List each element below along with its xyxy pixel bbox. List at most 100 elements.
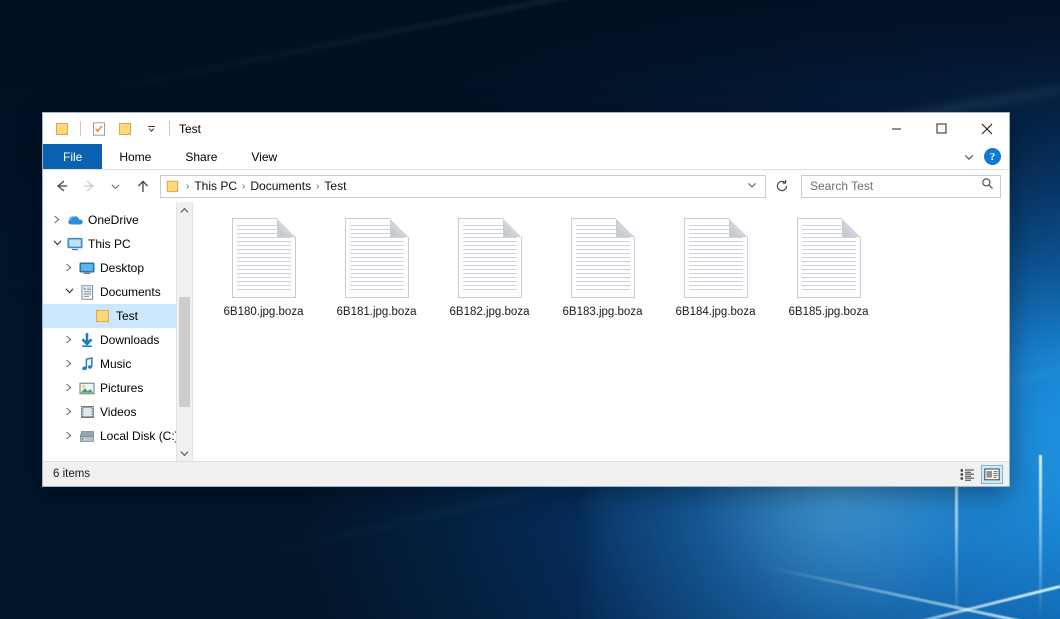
- search-input[interactable]: Search Test: [801, 175, 1001, 198]
- folder-icon: [93, 309, 113, 323]
- file-item[interactable]: 6B181.jpg.boza: [320, 216, 433, 318]
- tab-share[interactable]: Share: [168, 144, 234, 169]
- desktop-icon: [77, 261, 97, 275]
- ribbon-right-controls: ?: [958, 144, 1009, 169]
- file-item[interactable]: 6B180.jpg.boza: [207, 216, 320, 318]
- breadcrumb-separator: ›: [314, 181, 321, 192]
- chevron-down-icon[interactable]: [61, 287, 77, 297]
- file-name: 6B185.jpg.boza: [789, 306, 869, 318]
- file-item[interactable]: 6B183.jpg.boza: [546, 216, 659, 318]
- file-explorer-window: Test File Home Share View ?: [42, 112, 1010, 487]
- download-icon: [77, 333, 97, 348]
- chevron-right-icon[interactable]: [61, 335, 77, 346]
- chevron-right-icon[interactable]: [49, 215, 65, 226]
- chevron-down-icon[interactable]: [958, 146, 980, 168]
- quick-access-toolbar: [43, 118, 173, 140]
- sidebar-item-label: OneDrive: [88, 213, 139, 227]
- chevron-right-icon[interactable]: [61, 383, 77, 394]
- refresh-button[interactable]: [770, 175, 793, 198]
- document-icon: [684, 218, 748, 298]
- breadcrumb-item-test[interactable]: Test: [321, 179, 349, 193]
- details-view-button[interactable]: [956, 465, 978, 484]
- sidebar-item-label: Test: [116, 309, 138, 323]
- file-item[interactable]: 6B182.jpg.boza: [433, 216, 546, 318]
- sidebar-item-label: Pictures: [100, 381, 143, 395]
- chevron-right-icon[interactable]: [61, 359, 77, 370]
- monitor-icon: [65, 237, 85, 251]
- chevron-right-icon[interactable]: [61, 263, 77, 274]
- sidebar-item-music[interactable]: Music: [43, 352, 192, 376]
- sidebar-item-label: Documents: [100, 285, 161, 299]
- breadcrumb-item-documents[interactable]: Documents: [247, 179, 314, 193]
- chevron-down-icon[interactable]: [140, 118, 162, 140]
- file-name: 6B181.jpg.boza: [337, 306, 417, 318]
- tab-home[interactable]: Home: [102, 144, 168, 169]
- chevron-right-icon[interactable]: [61, 431, 77, 442]
- sidebar-item-desktop[interactable]: Desktop: [43, 256, 192, 280]
- sidebar-item-pictures[interactable]: Pictures: [43, 376, 192, 400]
- new-folder-icon[interactable]: [114, 118, 136, 140]
- breadcrumb-separator: ›: [240, 181, 247, 192]
- navigation-pane: OneDrive This PC: [43, 202, 193, 461]
- back-button[interactable]: [49, 174, 74, 199]
- window-title: Test: [179, 122, 201, 136]
- scrollbar-thumb[interactable]: [179, 297, 190, 407]
- document-icon: [345, 218, 409, 298]
- windows-logo-ray: [955, 470, 958, 619]
- file-grid: 6B180.jpg.boza 6B181.jpg.boza 6B182.jpg.…: [207, 216, 1009, 318]
- scroll-down-button[interactable]: [177, 445, 192, 461]
- file-name: 6B182.jpg.boza: [450, 306, 530, 318]
- breadcrumb-separator: ›: [184, 181, 191, 192]
- sidebar-item-test[interactable]: Test: [43, 304, 192, 328]
- recent-locations-button[interactable]: [103, 174, 128, 199]
- search-icon[interactable]: [981, 177, 994, 195]
- sidebar-item-label: Music: [100, 357, 131, 371]
- up-button[interactable]: [130, 174, 155, 199]
- properties-icon[interactable]: [88, 118, 110, 140]
- help-icon[interactable]: ?: [984, 148, 1001, 165]
- document-icon: [232, 218, 296, 298]
- windows-logo-ray: [1039, 455, 1042, 619]
- file-item[interactable]: 6B184.jpg.boza: [659, 216, 772, 318]
- sidebar-item-onedrive[interactable]: OneDrive: [43, 208, 192, 232]
- toolbar-divider: [80, 121, 81, 136]
- chevron-down-icon[interactable]: [49, 239, 65, 249]
- sidebar-item-this-pc[interactable]: This PC: [43, 232, 192, 256]
- sidebar-item-downloads[interactable]: Downloads: [43, 328, 192, 352]
- sidebar-item-documents[interactable]: Documents: [43, 280, 192, 304]
- file-name: 6B180.jpg.boza: [224, 306, 304, 318]
- window-controls: [874, 113, 1009, 144]
- forward-button[interactable]: [76, 174, 101, 199]
- music-icon: [77, 357, 97, 372]
- sidebar-scrollbar[interactable]: [176, 202, 192, 461]
- ribbon-tab-strip: File Home Share View ?: [43, 144, 1009, 170]
- sidebar-item-videos[interactable]: Videos: [43, 400, 192, 424]
- maximize-button[interactable]: [919, 113, 964, 144]
- breadcrumb-dropdown-icon[interactable]: [741, 180, 763, 193]
- pictures-icon: [77, 382, 97, 395]
- sidebar-item-local-disk-c[interactable]: Local Disk (C:): [43, 424, 192, 448]
- file-item[interactable]: 6B185.jpg.boza: [772, 216, 885, 318]
- minimize-button[interactable]: [874, 113, 919, 144]
- breadcrumb[interactable]: › This PC › Documents › Test: [160, 175, 766, 198]
- scroll-up-button[interactable]: [177, 202, 192, 218]
- breadcrumb-folder-icon: [166, 180, 180, 193]
- search-placeholder: Search Test: [810, 179, 981, 193]
- sidebar-item-label: Local Disk (C:): [100, 429, 179, 443]
- tab-view[interactable]: View: [234, 144, 294, 169]
- title-bar[interactable]: Test: [43, 113, 1009, 144]
- file-name: 6B183.jpg.boza: [563, 306, 643, 318]
- view-toggle-group: [956, 465, 1003, 484]
- toolbar-divider: [169, 121, 170, 136]
- file-list-view[interactable]: 6B180.jpg.boza 6B181.jpg.boza 6B182.jpg.…: [193, 202, 1009, 461]
- tab-file[interactable]: File: [43, 144, 102, 169]
- folder-icon[interactable]: [51, 118, 73, 140]
- close-button[interactable]: [964, 113, 1009, 144]
- document-icon: [571, 218, 635, 298]
- status-bar: 6 items: [43, 461, 1009, 486]
- breadcrumb-item-this-pc[interactable]: This PC: [191, 179, 240, 193]
- address-bar: › This PC › Documents › Test Search Test: [43, 170, 1009, 202]
- sidebar-item-label: Downloads: [100, 333, 159, 347]
- chevron-right-icon[interactable]: [61, 407, 77, 418]
- large-icons-view-button[interactable]: [981, 465, 1003, 484]
